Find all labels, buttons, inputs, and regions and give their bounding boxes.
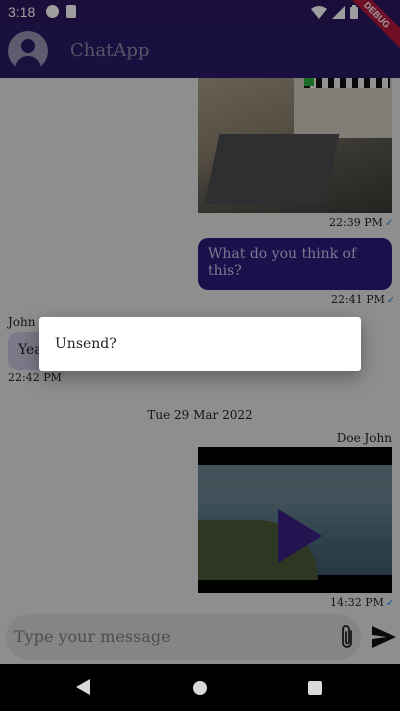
app-notification-icon: [46, 5, 59, 18]
chat-list[interactable]: 22:39 PM ✓ What do you think of this? 22:…: [0, 78, 400, 664]
avatar-body: [15, 56, 41, 71]
outgoing-message-bubble[interactable]: What do you think of this?: [198, 238, 392, 290]
incoming-timestamp: 22:42 PM: [8, 371, 62, 384]
video-time: 14:32 PM: [330, 596, 384, 609]
attach-icon[interactable]: [338, 624, 356, 650]
photo-time: 22:39 PM: [329, 216, 383, 229]
status-notification-icons: [46, 5, 76, 18]
signal-icon: [332, 5, 345, 19]
status-system-icons: [311, 5, 358, 19]
video-thumbnail: [198, 465, 392, 580]
outgoing-timestamp: 22:41 PM ✓: [331, 293, 395, 306]
wifi-icon: [311, 5, 327, 19]
recents-icon[interactable]: [308, 681, 322, 695]
video-timestamp: 14:32 PM ✓: [330, 596, 394, 609]
outgoing-message-text: What do you think of this?: [208, 246, 357, 279]
video-message[interactable]: [198, 447, 392, 593]
date-divider: Tue 29 Mar 2022: [147, 408, 253, 422]
system-nav-bar: [0, 664, 400, 711]
read-check-icon: ✓: [385, 598, 395, 609]
app-bar: ChatApp: [0, 24, 400, 78]
outgoing-time: 22:41 PM: [331, 293, 385, 306]
image-message[interactable]: [198, 78, 392, 213]
status-bar: 3:18 DEBUG: [0, 0, 400, 52]
composer-bar: Type your message: [0, 614, 400, 664]
dialog-text[interactable]: Unsend?: [55, 336, 117, 352]
battery-icon: [350, 5, 358, 19]
message-input[interactable]: Type your message: [6, 614, 361, 660]
photo-screen: [304, 78, 390, 88]
sd-card-icon: [66, 5, 76, 18]
photo-timestamp: 22:39 PM ✓: [329, 216, 393, 229]
send-icon[interactable]: [372, 626, 396, 648]
avatar-head: [21, 39, 35, 53]
read-check-icon: ✓: [384, 218, 394, 229]
photo-green-mark: [304, 78, 314, 86]
avatar[interactable]: [8, 31, 48, 71]
home-icon[interactable]: [193, 681, 207, 695]
read-check-icon: ✓: [386, 295, 396, 306]
message-input-placeholder: Type your message: [14, 627, 171, 646]
app-title: ChatApp: [70, 40, 150, 61]
unsend-dialog[interactable]: Unsend?: [39, 317, 361, 371]
video-sender-name: Doe John: [336, 431, 392, 445]
status-time: 3:18: [8, 4, 36, 20]
photo-rug: [204, 134, 340, 204]
play-icon[interactable]: [278, 509, 322, 563]
back-icon[interactable]: [76, 679, 90, 695]
